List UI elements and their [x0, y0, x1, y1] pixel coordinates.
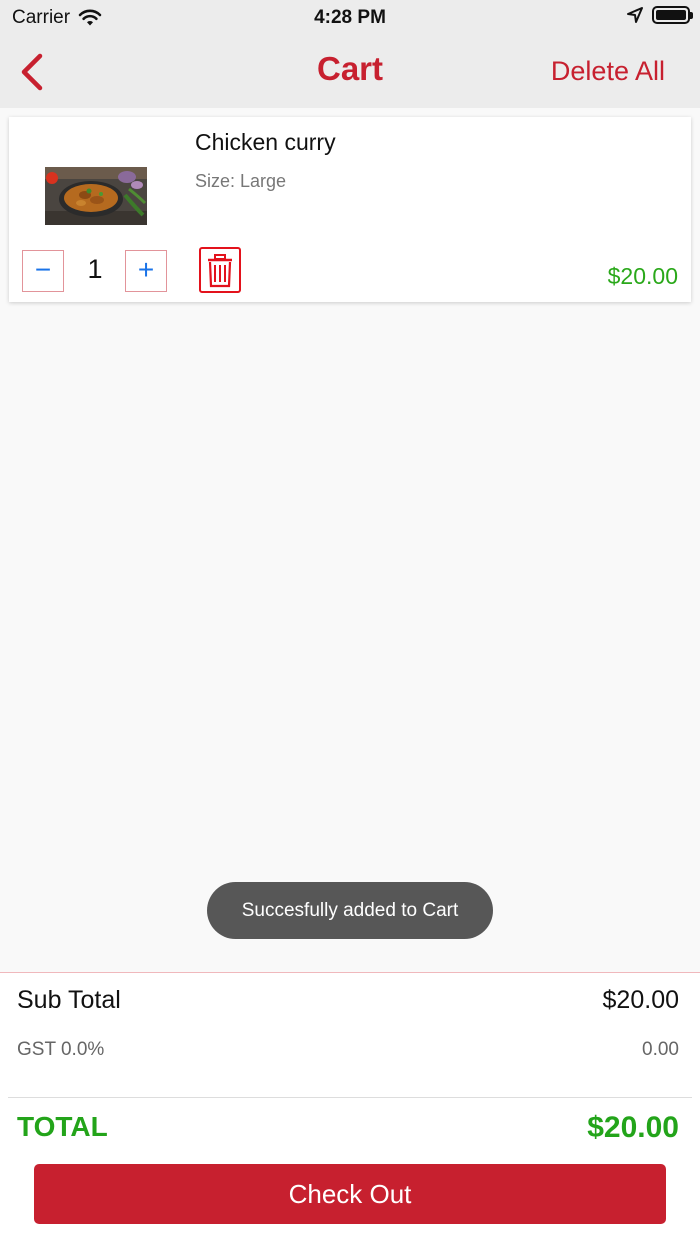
chicken-curry-photo: [45, 167, 147, 225]
total-row: TOTAL $20.00: [17, 1111, 679, 1145]
delete-item-button[interactable]: [199, 247, 241, 293]
clock: 4:28 PM: [314, 7, 386, 28]
location-arrow-icon: [627, 7, 643, 23]
status-right-group: [626, 6, 693, 24]
total-value: $20.00: [587, 1111, 679, 1144]
subtotal-row: Sub Total $20.00: [17, 986, 679, 1015]
item-size: Size: Large: [195, 171, 287, 191]
item-price: $20.00: [607, 263, 678, 289]
summary-divider: [8, 1097, 692, 1098]
total-label: TOTAL: [17, 1111, 108, 1142]
toast-message: Succesfully added to Cart: [207, 882, 493, 939]
decrease-quantity-button[interactable]: −: [22, 250, 64, 292]
cart-item-card: Chicken curry Size: Large − 1 + $20.00: [9, 117, 691, 302]
subtotal-value: $20.00: [602, 986, 679, 1014]
delete-all-button[interactable]: Delete All: [551, 56, 665, 87]
gst-row: GST 0.0% 0.00: [17, 1039, 679, 1061]
checkout-button[interactable]: Check Out: [34, 1164, 666, 1224]
navigation-bar: Cart Delete All: [0, 36, 700, 108]
item-name: Chicken curry: [195, 129, 336, 155]
quantity-value: 1: [87, 254, 103, 284]
order-summary: Sub Total $20.00 GST 0.0% 0.00 TOTAL $20…: [0, 972, 700, 1245]
status-bar: Carrier 4:28 PM: [0, 0, 700, 36]
increase-quantity-button[interactable]: +: [125, 250, 167, 292]
gst-value: 0.00: [642, 1039, 679, 1060]
battery-icon: [652, 6, 693, 24]
gst-label: GST 0.0%: [17, 1039, 105, 1060]
trash-icon: [208, 254, 232, 288]
subtotal-label: Sub Total: [17, 986, 121, 1014]
